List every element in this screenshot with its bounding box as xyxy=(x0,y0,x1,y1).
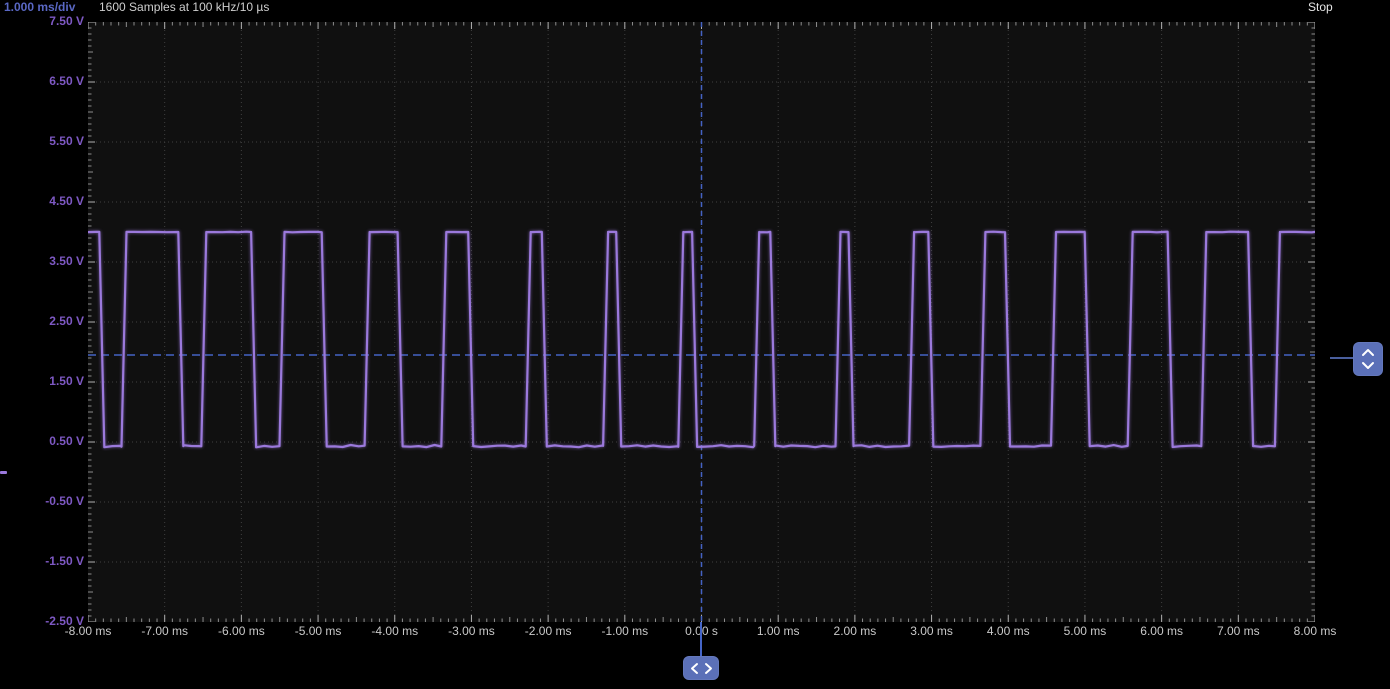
chevron-up-icon[interactable] xyxy=(1359,347,1377,358)
voltage-tick-label: 0.50 V xyxy=(0,434,84,448)
trigger-position-connector xyxy=(700,622,702,658)
trigger-level-connector xyxy=(1330,357,1353,359)
chevron-left-icon[interactable] xyxy=(690,662,699,675)
run-stop-button[interactable]: Stop xyxy=(1308,0,1333,14)
waveform-plot-canvas[interactable] xyxy=(88,22,1315,622)
voltage-tick-label: 6.50 V xyxy=(0,74,84,88)
chevron-down-icon[interactable] xyxy=(1359,360,1377,371)
oscilloscope-screen: 1.000 ms/div 1600 Samples at 100 kHz/10 … xyxy=(0,0,1390,689)
voltage-tick-label: -1.50 V xyxy=(0,554,84,568)
voltage-tick-label: 7.50 V xyxy=(0,14,84,28)
sample-rate-info: 1600 Samples at 100 kHz/10 µs xyxy=(99,0,269,14)
trigger-level-stepper[interactable] xyxy=(1353,342,1383,376)
voltage-tick-label: 5.50 V xyxy=(0,134,84,148)
voltage-tick-label: 2.50 V xyxy=(0,314,84,328)
timebase-setting[interactable]: 1.000 ms/div xyxy=(4,0,75,14)
voltage-tick-label: -0.50 V xyxy=(0,494,84,508)
voltage-tick-label: 4.50 V xyxy=(0,194,84,208)
voltage-tick-label: 1.50 V xyxy=(0,374,84,388)
chevron-right-icon[interactable] xyxy=(704,662,713,675)
channel-ground-marker[interactable] xyxy=(0,471,7,474)
voltage-tick-label: 3.50 V xyxy=(0,254,84,268)
trigger-position-handle[interactable] xyxy=(683,656,719,680)
time-tick-label: 8.00 ms xyxy=(1270,624,1360,638)
